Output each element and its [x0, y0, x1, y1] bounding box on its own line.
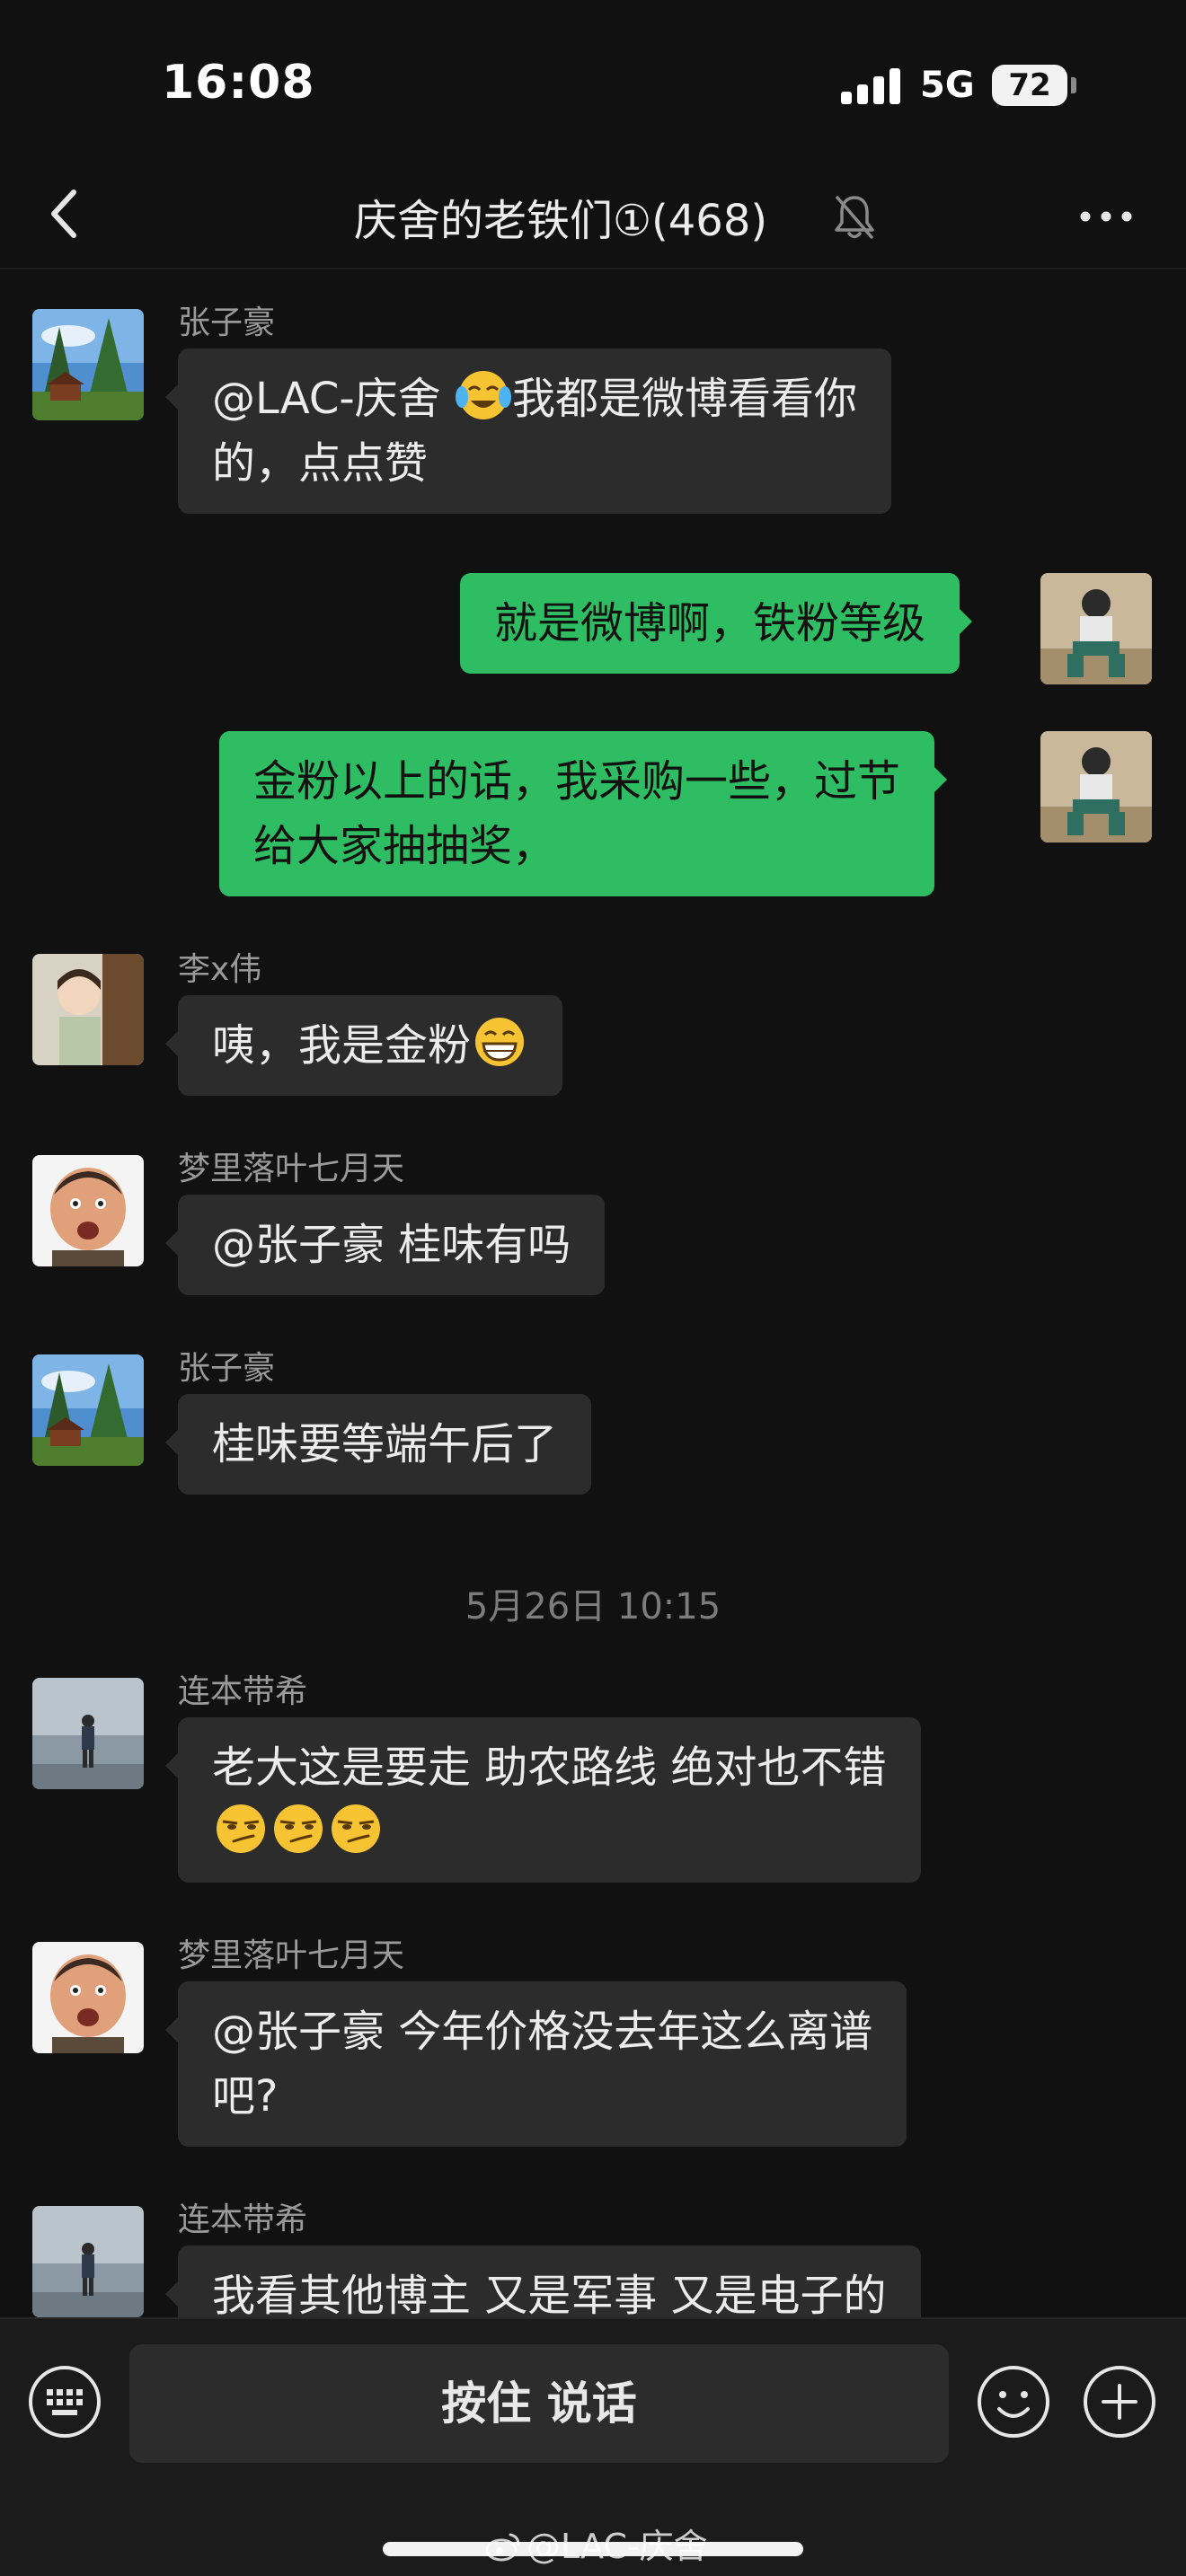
- smirk-emoji-icon: [332, 1804, 380, 1853]
- sender-name: 连本带希: [178, 2201, 308, 2238]
- avatar-caricature-image: [32, 1155, 144, 1266]
- avatar[interactable]: [32, 1354, 144, 1466]
- message-bubble[interactable]: 桂味要等端午后了: [164, 1394, 592, 1495]
- avatar-person-image: [1040, 573, 1152, 684]
- message-text: 我看其他博主 又是军事 又是电子的: [212, 2271, 887, 2317]
- sender-name: 张子豪: [178, 304, 276, 341]
- avatar-landscape-image: [32, 309, 144, 420]
- message-bubble[interactable]: 我看其他博主 又是军事 又是电子的: [165, 2245, 921, 2317]
- message-bubble-sent[interactable]: 就是微博啊，铁粉等级: [460, 573, 973, 674]
- signal-icon: [841, 68, 902, 104]
- status-bar: 16:08 5G 72: [0, 0, 1186, 162]
- avatar[interactable]: [32, 1155, 144, 1266]
- sender-name: 李x伟: [178, 951, 262, 988]
- sender-name: 张子豪: [178, 1350, 276, 1387]
- message-text: 给大家抽抽奖，: [253, 821, 556, 871]
- avatar[interactable]: [32, 2206, 144, 2317]
- time-divider: 5月26日 10:15: [465, 1586, 721, 1628]
- message-bubble[interactable]: 老大这是要走 助农路线 绝对也不错: [165, 1717, 921, 1883]
- mute-bell-icon: [835, 196, 874, 239]
- sender-name: 梦里落叶七月天: [178, 1937, 405, 1974]
- message-list[interactable]: 张子豪 @LAC-庆舍 我都是微博看看你 的，点点赞 就是微博啊，铁粉等级 金粉…: [0, 269, 1186, 2317]
- crying-laughing-emoji-icon: [455, 371, 511, 419]
- message-text: 就是微博啊，铁粉等级: [494, 598, 926, 648]
- message-text: @张子豪 桂味有吗: [212, 1220, 571, 1270]
- message-text: 咦，我是金粉: [212, 1020, 472, 1071]
- message-text: 吧?: [212, 2071, 279, 2122]
- avatar-landscape-image: [32, 1354, 144, 1466]
- my-avatar[interactable]: [1040, 573, 1152, 684]
- message-bubble[interactable]: 咦，我是金粉: [164, 995, 563, 1096]
- message-bubble-sent[interactable]: 金粉以上的话，我采购一些，过节 给大家抽抽奖，: [219, 731, 948, 896]
- avatar-lake-person-image: [32, 1678, 144, 1789]
- avatar-lake-person-image: [32, 2206, 144, 2317]
- message-text: 的，点点赞: [212, 438, 429, 489]
- more-options-icon[interactable]: [1075, 185, 1137, 248]
- weibo-watermark: @LAC-庆舍: [485, 2519, 708, 2568]
- avatar[interactable]: [32, 1678, 144, 1789]
- status-time: 16:08: [162, 56, 315, 110]
- message-bubble[interactable]: @张子豪 桂味有吗: [164, 1195, 606, 1295]
- message-bubble[interactable]: @张子豪 今年价格没去年这么离谱 吧?: [164, 1981, 907, 2147]
- avatar-caricature-image: [32, 1942, 144, 2053]
- message-text: @张子豪 今年价格没去年这么离谱: [212, 2007, 873, 2057]
- network-type: 5G: [920, 65, 975, 106]
- avatar[interactable]: [32, 1942, 144, 2053]
- hold-to-talk-button[interactable]: 按住 说话: [129, 2344, 949, 2463]
- avatar-cartoon-boy-image: [32, 954, 144, 1065]
- battery-icon: 72: [992, 65, 1067, 106]
- weibo-logo-icon: [485, 2533, 520, 2562]
- message-text: 老大这是要走 助农路线 绝对也不错: [212, 1742, 887, 1793]
- back-arrow-icon[interactable]: [34, 181, 99, 246]
- chat-title: 庆舍的老铁们①(468): [354, 196, 768, 246]
- sender-name: 梦里落叶七月天: [178, 1151, 405, 1187]
- emoji-icon[interactable]: [976, 2364, 1051, 2439]
- message-text: @LAC-庆舍: [212, 374, 455, 424]
- avatar[interactable]: [32, 309, 144, 420]
- smirk-emoji-icon: [274, 1804, 323, 1853]
- chat-header: 庆舍的老铁们①(468): [0, 162, 1186, 269]
- message-bubble[interactable]: @LAC-庆舍 我都是微博看看你 的，点点赞: [165, 348, 891, 514]
- avatar[interactable]: [32, 954, 144, 1065]
- message-text: 桂味要等端午后了: [212, 1419, 558, 1469]
- my-avatar[interactable]: [1040, 731, 1152, 842]
- battery-tip: [1071, 77, 1076, 93]
- avatar-person-image: [1040, 731, 1152, 842]
- message-text: 金粉以上的话，我采购一些，过节: [253, 756, 901, 807]
- message-text: 我都是微博看看你: [511, 374, 857, 424]
- watermark-text: @LAC-庆舍: [527, 2527, 708, 2566]
- grinning-emoji-icon: [475, 1018, 525, 1066]
- smirk-emoji-icon: [217, 1804, 265, 1853]
- keyboard-icon[interactable]: [27, 2364, 102, 2439]
- plus-icon[interactable]: [1082, 2364, 1157, 2439]
- sender-name: 连本带希: [178, 1673, 308, 1710]
